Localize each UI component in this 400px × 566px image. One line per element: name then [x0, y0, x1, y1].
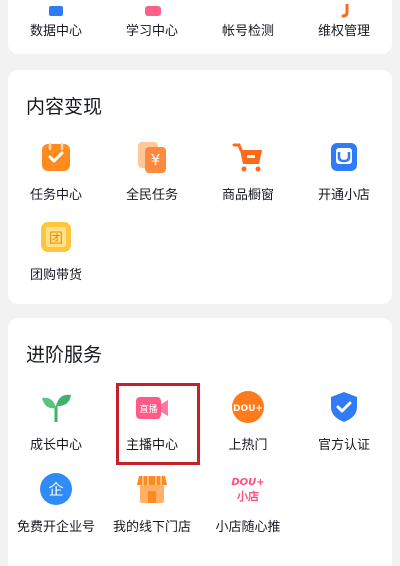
- item-product-window[interactable]: 商品橱窗: [200, 140, 296, 203]
- item-label: 成长中心: [29, 438, 82, 453]
- group-buy-icon: 团: [39, 220, 73, 254]
- tool-account-check[interactable]: 帐号检测: [200, 4, 296, 39]
- tool-label: 维权管理: [317, 24, 370, 39]
- tool-label: 帐号检测: [221, 24, 274, 39]
- tool-learning-center[interactable]: 学习中心: [104, 4, 200, 39]
- hook-icon: [327, 4, 361, 20]
- enterprise-glyph: 企: [48, 481, 63, 499]
- shop-text: 小店: [236, 489, 259, 503]
- item-free-enterprise-account[interactable]: 企 免费开企业号: [8, 472, 104, 535]
- tool-label: 学习中心: [125, 24, 178, 39]
- section-title: 内容变现: [26, 96, 103, 118]
- content-monetization-card: 内容变现 任务中心 ¥ 全民任务 商品橱窗 开通小店 团 团购带货: [8, 70, 392, 304]
- task-bag-icon: [39, 140, 73, 174]
- verified-shield-icon: [327, 390, 361, 424]
- tool-rights-management[interactable]: 维权管理: [296, 4, 392, 39]
- item-my-offline-store[interactable]: 我的线下门店: [104, 472, 200, 535]
- item-label: 全民任务: [125, 188, 178, 203]
- item-open-shop[interactable]: 开通小店: [296, 140, 392, 203]
- item-label: 上热门: [228, 438, 268, 453]
- yuan-cards-icon: ¥: [135, 140, 169, 174]
- check-shield-icon: [231, 4, 265, 20]
- item-official-verification[interactable]: 官方认证: [296, 390, 392, 453]
- dou-plus-shop-icon: DOU+ 小店: [231, 472, 265, 506]
- bar-chart-icon: [39, 4, 73, 20]
- dou-plus-icon: DOU+: [231, 390, 265, 424]
- highlight-box: [116, 383, 200, 465]
- item-label: 团购带货: [29, 268, 82, 283]
- item-go-trending[interactable]: DOU+ 上热门: [200, 390, 296, 453]
- group-glyph: 团: [49, 231, 63, 247]
- item-label: 我的线下门店: [112, 520, 191, 535]
- sprout-icon: [39, 390, 73, 424]
- store-awning-icon: [135, 472, 169, 506]
- tool-data-center[interactable]: 数据中心: [8, 4, 104, 39]
- item-label: 商品橱窗: [221, 188, 274, 203]
- item-public-tasks[interactable]: ¥ 全民任务: [104, 140, 200, 203]
- graduation-icon: [135, 4, 169, 20]
- item-label: 官方认证: [317, 438, 370, 453]
- item-label: 小店随心推: [215, 520, 281, 535]
- item-label: 免费开企业号: [16, 520, 95, 535]
- item-group-buy[interactable]: 团 团购带货: [8, 220, 104, 283]
- shopping-cart-icon: [231, 140, 265, 174]
- advanced-services-card: 进阶服务 成长中心 直播 主播中心 DOU+ 上热门 官方认证 企 免费开企业号…: [8, 318, 392, 566]
- section-title: 进阶服务: [26, 344, 103, 366]
- item-label: 任务中心: [29, 188, 82, 203]
- tool-label: 数据中心: [29, 24, 82, 39]
- yuan-glyph: ¥: [151, 151, 161, 169]
- item-task-center[interactable]: 任务中心: [8, 140, 104, 203]
- dou-plus-glyph: DOU+: [233, 404, 263, 414]
- dou-plus-text: DOU+: [231, 477, 264, 488]
- item-shop-boost[interactable]: DOU+ 小店 小店随心推: [200, 472, 296, 535]
- shop-bag-icon: [327, 140, 361, 174]
- top-tools-card: 数据中心 学习中心 帐号检测 维权管理: [8, 0, 392, 54]
- item-label: 开通小店: [317, 188, 370, 203]
- enterprise-icon: 企: [39, 472, 73, 506]
- item-growth-center[interactable]: 成长中心: [8, 390, 104, 453]
